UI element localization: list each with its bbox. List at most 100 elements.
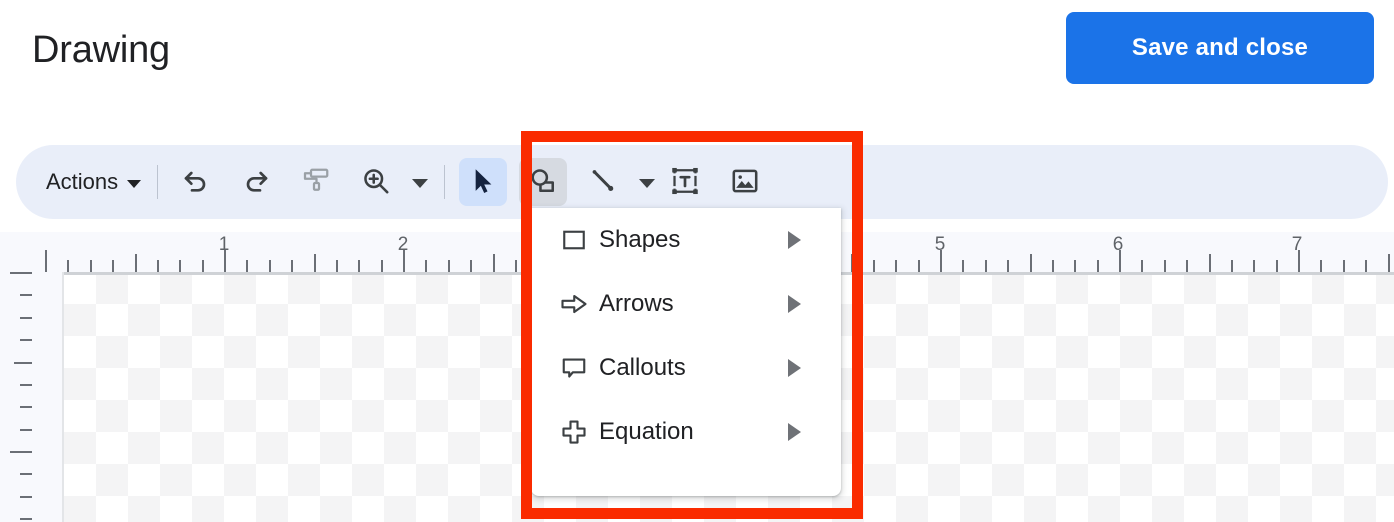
paint-roller-icon — [301, 166, 331, 199]
chevron-right-icon — [788, 231, 801, 249]
ruler-tick — [962, 260, 965, 272]
ruler-tick — [850, 254, 853, 272]
ruler-number: 5 — [934, 234, 946, 255]
line-tool-button[interactable] — [579, 158, 627, 206]
plus-outline-icon — [551, 417, 597, 447]
ruler-tick — [1320, 260, 1323, 272]
ruler-tick — [984, 260, 987, 272]
ruler-tick — [201, 260, 204, 272]
callout-outline-icon — [551, 353, 597, 383]
ruler-tick — [268, 260, 271, 272]
menu-item-callouts[interactable]: Callouts — [531, 336, 841, 400]
ruler-tick — [20, 339, 32, 342]
ruler-tick — [67, 260, 70, 272]
shape-tool-button[interactable] — [519, 158, 568, 206]
ruler-tick — [20, 495, 32, 498]
chevron-right-icon — [788, 423, 801, 441]
image-button[interactable] — [721, 158, 769, 206]
ruler-tick — [10, 272, 32, 274]
page-title: Drawing — [32, 29, 170, 71]
image-icon — [729, 165, 761, 200]
zoom-dropdown-button[interactable] — [400, 158, 430, 206]
ruler-tick — [917, 260, 920, 272]
ruler-tick — [246, 260, 249, 272]
text-box-button[interactable] — [661, 158, 709, 206]
menu-item-arrows[interactable]: Arrows — [531, 272, 841, 336]
ruler-tick — [313, 254, 316, 272]
ruler-tick — [1365, 260, 1368, 272]
ruler-tick — [156, 260, 159, 272]
menu-item-equation[interactable]: Equation — [531, 400, 841, 464]
ruler-tick — [20, 383, 32, 386]
chevron-right-icon — [788, 359, 801, 377]
ruler-tick — [492, 254, 495, 272]
text-box-icon — [668, 164, 702, 201]
ruler-tick — [1163, 260, 1166, 272]
ruler-tick — [20, 473, 32, 476]
shape-dropdown-menu: Shapes Arrows Callouts Equation — [531, 208, 841, 496]
actions-menu-label: Actions — [46, 169, 119, 194]
ruler-tick — [20, 406, 32, 409]
ruler-tick — [291, 260, 294, 272]
ruler-tick — [112, 260, 115, 272]
ruler-tick — [1096, 260, 1099, 272]
ruler-tick — [1387, 254, 1390, 272]
vertical-ruler[interactable] — [0, 272, 32, 522]
menu-item-label: Equation — [599, 418, 694, 445]
ruler-tick — [895, 260, 898, 272]
zoom-button[interactable] — [352, 158, 400, 206]
ruler-tick — [20, 518, 32, 521]
line-dropdown-button[interactable] — [627, 158, 657, 206]
line-icon — [587, 165, 619, 200]
undo-icon — [180, 165, 212, 200]
ruler-tick — [20, 428, 32, 431]
actions-menu-button[interactable]: Actions — [32, 160, 151, 204]
ruler-tick — [335, 260, 338, 272]
ruler-tick — [1141, 260, 1144, 272]
ruler-number: 2 — [397, 234, 409, 255]
save-and-close-button[interactable]: Save and close — [1066, 12, 1374, 84]
ruler-tick — [872, 260, 875, 272]
ruler-tick — [1230, 260, 1233, 272]
paint-format-button[interactable] — [292, 158, 340, 206]
ruler-number: 7 — [1291, 234, 1303, 255]
select-tool-button[interactable] — [459, 158, 508, 206]
ruler-tick — [1029, 254, 1032, 272]
ruler-tick — [470, 260, 473, 272]
menu-item-label: Callouts — [599, 354, 686, 381]
ruler-tick — [1253, 260, 1256, 272]
ruler-tick — [1186, 260, 1189, 272]
menu-item-label: Shapes — [599, 226, 681, 253]
chevron-down-icon — [638, 179, 655, 188]
canvas-left-edge — [62, 272, 64, 522]
ruler-tick — [1342, 260, 1345, 272]
ruler-tick — [14, 361, 32, 364]
ruler-tick — [358, 260, 361, 272]
ruler-tick — [1275, 260, 1278, 272]
ruler-tick — [514, 260, 517, 272]
menu-item-shapes[interactable]: Shapes — [531, 208, 841, 272]
ruler-tick — [380, 260, 383, 272]
toolbar-divider — [157, 165, 159, 199]
ruler-tick — [45, 250, 47, 272]
ruler-tick — [10, 451, 32, 453]
ruler-tick — [89, 260, 92, 272]
header-bar: Drawing Save and close — [0, 0, 1394, 110]
undo-button[interactable] — [172, 158, 220, 206]
chevron-down-icon — [127, 179, 142, 188]
zoom-in-icon — [360, 165, 392, 200]
ruler-tick — [179, 260, 182, 272]
ruler-tick — [1074, 260, 1077, 272]
cursor-arrow-icon — [467, 165, 499, 200]
ruler-tick — [20, 294, 32, 297]
redo-icon — [240, 165, 272, 200]
ruler-tick — [1051, 260, 1054, 272]
ruler-tick — [447, 260, 450, 272]
ruler-tick — [1208, 254, 1211, 272]
ruler-tick — [1007, 260, 1010, 272]
menu-item-label: Arrows — [599, 290, 674, 317]
ruler-number: 1 — [218, 234, 230, 255]
redo-button[interactable] — [232, 158, 280, 206]
ruler-tick — [20, 316, 32, 319]
ruler-tick — [425, 260, 428, 272]
